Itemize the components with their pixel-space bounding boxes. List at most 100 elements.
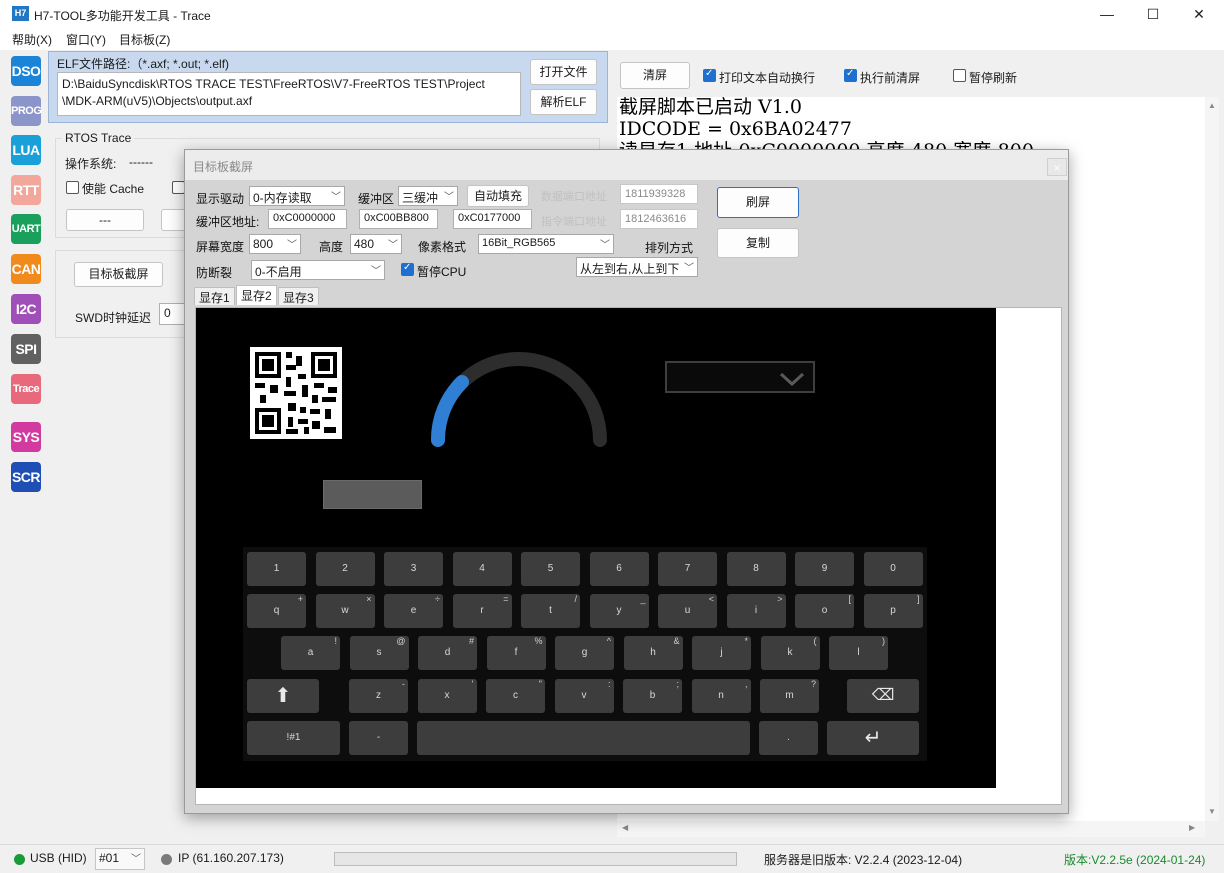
key-label: l xyxy=(857,647,860,658)
buffer-address-3[interactable]: 0xC0177000 xyxy=(453,209,532,229)
key-label: !#1 xyxy=(286,732,301,743)
buffer-address-2[interactable]: 0xC00BB800 xyxy=(359,209,438,229)
sidebar-button-uart[interactable]: UART xyxy=(11,214,41,244)
sidebar-button-spi[interactable]: SPI xyxy=(11,334,41,364)
screen-height-label: 高度 xyxy=(319,240,344,254)
key-3: 3 xyxy=(384,552,443,586)
os-label: 操作系统: xyxy=(65,157,117,171)
key-m: m? xyxy=(760,679,819,713)
key-1: 1 xyxy=(247,552,306,586)
key-alt-label: ( xyxy=(813,636,817,646)
scroll-down-icon[interactable]: ▼ xyxy=(1208,807,1216,816)
device-select[interactable]: #01 ﹀ xyxy=(95,848,145,870)
tab-buffer-1[interactable]: 显存1 xyxy=(194,287,235,305)
key-e: e ÷ xyxy=(384,594,443,628)
key-7: 7 xyxy=(658,552,717,586)
menu-target[interactable]: 目标板(Z) xyxy=(119,31,170,48)
autofill-button[interactable]: 自动填充 xyxy=(467,185,529,207)
key-label: r xyxy=(480,605,484,616)
menu-help[interactable]: 帮助(X) xyxy=(12,31,52,48)
pause-cpu-label: 暂停CPU xyxy=(417,265,467,279)
sidebar-button-scr[interactable]: SCR xyxy=(11,462,41,492)
dialog-title-bar[interactable]: 目标板截屏 × xyxy=(185,150,1068,180)
key-alt-label: > xyxy=(777,594,783,604)
key-label: m xyxy=(785,690,794,701)
rtos-action-button[interactable]: --- xyxy=(66,209,144,231)
elf-path-label: ELF文件路径:（*.axf; *.out; *.elf) xyxy=(57,57,230,71)
sidebar-button-sys[interactable]: SYS xyxy=(11,422,41,452)
pause-refresh-checkbox[interactable] xyxy=(953,69,966,82)
key-alt-label: ÷ xyxy=(435,594,440,604)
pixel-format-select[interactable]: 16Bit_RGB565 ﹀ xyxy=(478,234,614,254)
sidebar: DSO PROG LUA RTT UART CAN I2C SPI Trace SYS SCR xyxy=(5,51,47,844)
key-label: z xyxy=(376,690,381,701)
screen-width-value: 800 xyxy=(253,237,274,251)
console-horizontal-scrollbar[interactable]: ◀ ▶ xyxy=(617,821,1205,837)
lcd-button xyxy=(323,480,422,509)
clear-screen-button[interactable]: 清屏 xyxy=(620,62,690,89)
elf-path-field[interactable]: D:\BaiduSyncdisk\RTOS TRACE TEST\FreeRTO… xyxy=(57,72,521,116)
key-a: a! xyxy=(281,636,340,670)
tab-buffer-2[interactable]: 显存2 xyxy=(236,285,277,305)
key-label: c xyxy=(513,690,518,701)
order-label: 排列方式 xyxy=(645,241,694,255)
shift-key: ⬆ xyxy=(247,679,319,713)
sidebar-button-rtt[interactable]: RTT xyxy=(11,175,41,205)
key-alt-label: ! xyxy=(334,636,337,646)
key-label: 2 xyxy=(342,563,348,574)
buffer-select[interactable]: 三缓冲 ﹀ xyxy=(398,186,458,206)
driver-value: 0-内存读取 xyxy=(253,191,312,205)
driver-select[interactable]: 0-内存读取 ﹀ xyxy=(249,186,345,206)
qr-code-image xyxy=(250,347,342,439)
anti-tear-select[interactable]: 0-不启用 ﹀ xyxy=(251,260,385,280)
sidebar-button-prog[interactable]: PROG xyxy=(11,96,42,126)
order-select[interactable]: 从左到右,从上到下 ﹀ xyxy=(576,257,698,277)
pause-cpu-checkbox[interactable] xyxy=(401,262,414,276)
key-5: 5 xyxy=(521,552,580,586)
scroll-up-icon[interactable]: ▲ xyxy=(1208,101,1216,110)
key-label: 1 xyxy=(273,563,280,574)
key-n: n, xyxy=(691,679,751,713)
sidebar-button-lua[interactable]: LUA xyxy=(11,135,41,165)
cache-checkbox[interactable] xyxy=(66,181,79,194)
chevron-down-icon: ﹀ xyxy=(287,240,297,251)
sidebar-button-i2c[interactable]: I2C xyxy=(11,294,41,324)
screen-height-select[interactable]: 480 ﹀ xyxy=(350,234,402,254)
key-label: f xyxy=(514,647,518,658)
console-vertical-scrollbar[interactable]: ▲ ▼ xyxy=(1205,97,1219,821)
minimize-button[interactable]: — xyxy=(1084,0,1130,28)
screen-width-select[interactable]: 800 ﹀ xyxy=(249,234,301,254)
title-bar: H7 H7-TOOL多功能开发工具 - Trace — ☐ ✕ xyxy=(0,0,1224,28)
parse-elf-button[interactable]: 解析ELF xyxy=(530,89,597,115)
buffer-address-label: 缓冲区地址: xyxy=(196,215,260,229)
ip-status: IP (61.160.207.173) xyxy=(178,851,284,865)
copy-button[interactable]: 复制 xyxy=(717,228,799,258)
open-file-button[interactable]: 打开文件 xyxy=(530,59,597,85)
swd-delay-label: SWD时钟延迟 xyxy=(75,311,151,325)
sidebar-button-can[interactable]: CAN xyxy=(11,254,41,284)
tab-buffer-3[interactable]: 显存3 xyxy=(278,287,319,305)
key-minus: - xyxy=(349,721,408,755)
chevron-down-icon: ﹀ xyxy=(388,240,398,251)
screen-width-label: 屏幕宽度 xyxy=(196,240,245,254)
clear-before-run-checkbox[interactable] xyxy=(844,68,857,82)
key-label: h xyxy=(650,647,656,658)
scroll-left-icon[interactable]: ◀ xyxy=(622,823,628,832)
key-alt-label: ? xyxy=(810,679,816,689)
sidebar-button-trace[interactable]: Trace xyxy=(11,374,41,404)
pixel-format-label: 像素格式 xyxy=(418,240,467,254)
key-label: 7 xyxy=(684,563,691,574)
maximize-button[interactable]: ☐ xyxy=(1130,0,1176,28)
progress-bar xyxy=(334,852,737,866)
dialog-close-button[interactable]: × xyxy=(1047,158,1067,176)
buffer-address-1[interactable]: 0xC0000000 xyxy=(268,209,347,229)
menu-window[interactable]: 窗口(Y) xyxy=(66,31,106,48)
capture-screen-button[interactable]: 目标板截屏 xyxy=(74,262,163,287)
auto-wrap-checkbox[interactable] xyxy=(703,68,716,82)
sidebar-button-dso[interactable]: DSO xyxy=(11,56,41,86)
key-alt-label: # xyxy=(468,636,474,646)
refresh-button[interactable]: 刷屏 xyxy=(717,187,799,218)
key-j: j * xyxy=(692,636,751,670)
close-window-button[interactable]: ✕ xyxy=(1176,0,1222,28)
scroll-right-icon[interactable]: ▶ xyxy=(1189,823,1195,832)
